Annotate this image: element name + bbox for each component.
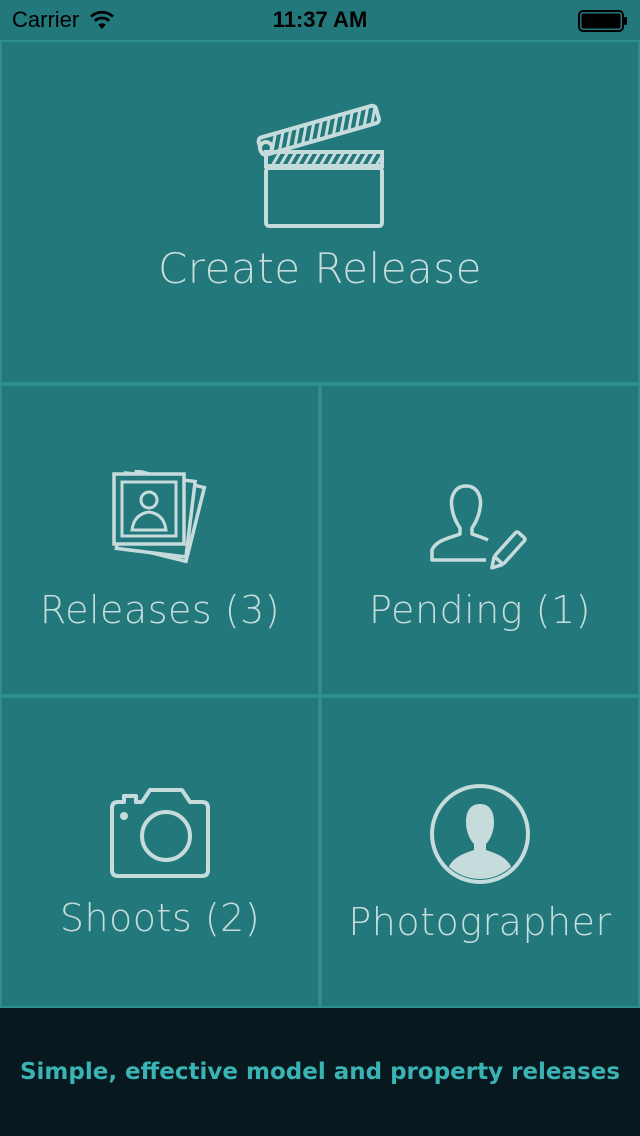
releases-tile[interactable]: Releases (3) <box>0 384 320 696</box>
user-edit-icon <box>430 484 527 570</box>
shoots-tile[interactable]: Shoots (2) <box>0 696 320 1008</box>
pending-label: Pending (1) <box>369 588 591 632</box>
battery-icon <box>578 10 627 32</box>
shoots-label: Shoots (2) <box>59 896 261 940</box>
tagline: Simple, effective model and property rel… <box>19 1059 621 1085</box>
create-release-tile[interactable]: Create Release <box>0 40 640 384</box>
status-time: 11:37 AM <box>272 7 368 32</box>
status-bar: Carrier 11:37 AM <box>0 0 640 40</box>
user-avatar-icon <box>430 784 530 884</box>
clapperboard-icon <box>256 103 384 228</box>
pending-tile[interactable]: Pending (1) <box>320 384 640 696</box>
photographer-tile[interactable]: Photographer <box>320 696 640 1008</box>
camera-icon <box>110 788 210 878</box>
photographer-label: Photographer <box>348 900 612 944</box>
photo-stack-icon <box>112 470 207 564</box>
create-release-label: Create Release <box>157 244 482 293</box>
releases-label: Releases (3) <box>39 588 281 632</box>
footer-bar: Simple, effective model and property rel… <box>0 1008 640 1136</box>
home-screen: Carrier 11:37 AM Create Release Releases… <box>0 0 640 1136</box>
